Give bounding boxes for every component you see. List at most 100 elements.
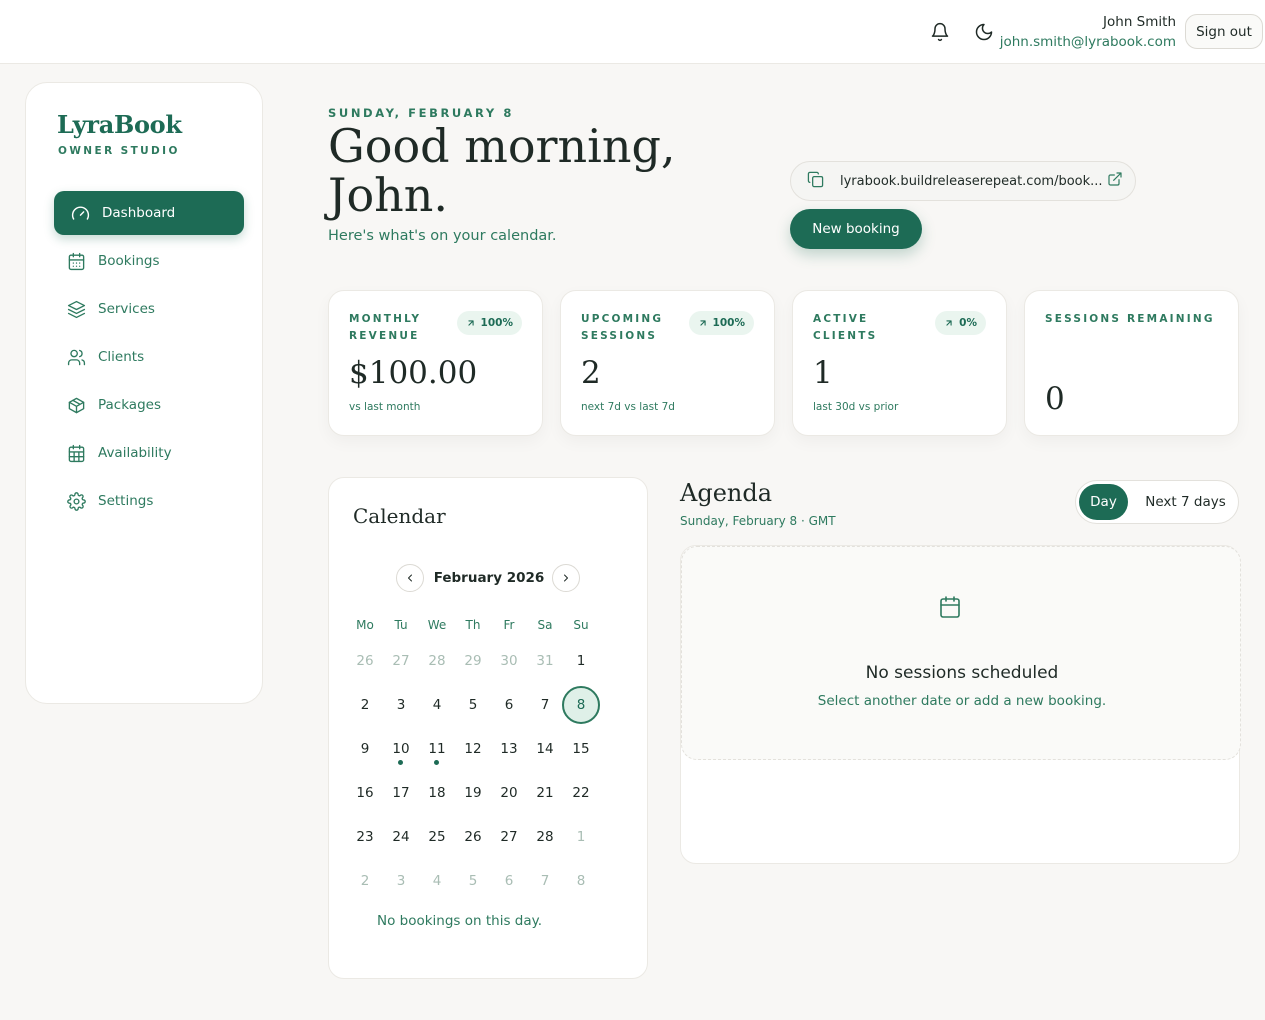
sidebar-item-settings[interactable]: Settings <box>54 479 244 523</box>
calendar-day[interactable]: 27 <box>382 642 420 680</box>
calendar-day[interactable]: 8 <box>562 862 600 900</box>
copy-icon[interactable] <box>807 171 824 192</box>
calendar-day[interactable]: 22 <box>562 774 600 812</box>
calendar-day[interactable]: 4 <box>418 686 456 724</box>
day-number: 20 <box>500 785 518 801</box>
calendar-day[interactable]: 13 <box>490 730 528 768</box>
calendar-day[interactable]: 1 <box>562 818 600 856</box>
day-number: 5 <box>468 873 478 889</box>
sidebar-item-label: Packages <box>98 397 161 413</box>
layers-icon <box>66 299 86 319</box>
sign-out-button[interactable]: Sign out <box>1185 14 1263 49</box>
calendar-day[interactable]: 28 <box>418 642 456 680</box>
day-number: 2 <box>360 873 370 889</box>
top-bar: John Smith john.smith@lyrabook.com Sign … <box>0 0 1265 64</box>
calendar-day[interactable]: 11 <box>418 730 456 768</box>
stat-card-sessions-remaining: SESSIONS REMAINING 0 <box>1024 290 1239 436</box>
calendar-day[interactable]: 6 <box>490 862 528 900</box>
calendar-day[interactable]: 18 <box>418 774 456 812</box>
calendar-day[interactable]: 2 <box>346 862 384 900</box>
booking-indicator-dot <box>434 760 439 765</box>
day-number: 5 <box>468 697 478 713</box>
calendar-month: February 2026 <box>433 570 545 586</box>
calendar-day[interactable]: 14 <box>526 730 564 768</box>
stat-note: last 30d vs prior <box>813 401 899 413</box>
empty-subtitle: Select another date or add a new booking… <box>817 693 1107 709</box>
sidebar-item-dashboard[interactable]: Dashboard <box>54 191 244 235</box>
calendar-day[interactable]: 1 <box>562 642 600 680</box>
sidebar-item-label: Settings <box>98 493 154 509</box>
stat-label: UPCOMING SESSIONS <box>581 313 664 342</box>
calendar-day[interactable]: 23 <box>346 818 384 856</box>
calendar-day[interactable]: 26 <box>346 642 384 680</box>
calendar-grid-icon <box>66 443 86 463</box>
sidebar-item-services[interactable]: Services <box>54 287 244 331</box>
calendar-day[interactable]: 5 <box>454 862 492 900</box>
day-number: 4 <box>432 697 442 713</box>
external-link-icon[interactable] <box>1107 171 1123 191</box>
weekday-label: Mo <box>356 618 374 632</box>
gear-icon <box>66 491 86 511</box>
agenda-title: Agenda <box>680 479 773 507</box>
sidebar-item-clients[interactable]: Clients <box>54 335 244 379</box>
calendar-day[interactable]: 27 <box>490 818 528 856</box>
day-number: 1 <box>576 829 586 845</box>
sidebar-item-label: Availability <box>98 445 172 461</box>
calendar-day[interactable]: 7 <box>526 862 564 900</box>
calendar-day[interactable]: 7 <box>526 686 564 724</box>
next-month-button[interactable] <box>552 564 580 592</box>
day-number: 8 <box>576 873 586 889</box>
calendar-day[interactable]: 19 <box>454 774 492 812</box>
calendar-empty-text: No bookings on this day. <box>377 913 542 929</box>
calendar-day[interactable]: 26 <box>454 818 492 856</box>
toggle-next-7-days[interactable]: Next 7 days <box>1138 484 1233 520</box>
day-number: 17 <box>392 785 410 801</box>
calendar-day[interactable]: 2 <box>346 686 384 724</box>
calendar-day[interactable]: 31 <box>526 642 564 680</box>
calendar-day[interactable]: 28 <box>526 818 564 856</box>
calendar-day[interactable]: 17 <box>382 774 420 812</box>
calendar-day-selected[interactable]: 8 <box>562 686 600 724</box>
calendar-day[interactable]: 20 <box>490 774 528 812</box>
day-number: 9 <box>360 741 370 757</box>
calendar-day[interactable]: 5 <box>454 686 492 724</box>
calendar-day[interactable]: 4 <box>418 862 456 900</box>
day-number: 16 <box>356 785 374 801</box>
new-booking-button[interactable]: New booking <box>790 209 922 249</box>
sidebar-item-packages[interactable]: Packages <box>54 383 244 427</box>
calendar-day[interactable]: 10 <box>382 730 420 768</box>
day-number: 26 <box>356 653 374 669</box>
agenda-subtitle: Sunday, February 8 · GMT <box>680 514 836 528</box>
calendar-day[interactable]: 25 <box>418 818 456 856</box>
day-number: 3 <box>396 697 406 713</box>
calendar-day[interactable]: 15 <box>562 730 600 768</box>
toggle-day[interactable]: Day <box>1079 484 1128 520</box>
calendar-day[interactable]: 6 <box>490 686 528 724</box>
trend-badge: 100% <box>688 311 754 335</box>
calendar-day[interactable]: 29 <box>454 642 492 680</box>
day-number: 12 <box>464 741 482 757</box>
calendar-day[interactable]: 21 <box>526 774 564 812</box>
calendar-day[interactable]: 24 <box>382 818 420 856</box>
stat-card-active-clients: ACTIVE CLIENTS 0% 1 last 30d vs prior <box>792 290 1007 436</box>
calendar-day[interactable]: 9 <box>346 730 384 768</box>
stat-value: $100.00 <box>349 355 478 391</box>
stat-value: 0 <box>1045 381 1065 417</box>
sidebar-item-bookings[interactable]: Bookings <box>54 239 244 283</box>
trend-badge: 100% <box>456 311 522 335</box>
moon-icon[interactable] <box>972 20 996 44</box>
trend-up-icon <box>944 318 954 328</box>
calendar-day[interactable]: 3 <box>382 862 420 900</box>
day-number: 7 <box>540 697 550 713</box>
calendar-day[interactable]: 12 <box>454 730 492 768</box>
calendar-day[interactable]: 30 <box>490 642 528 680</box>
weekday-label: Su <box>573 618 589 632</box>
calendar-day[interactable]: 16 <box>346 774 384 812</box>
day-number: 11 <box>428 741 446 757</box>
calendar-day[interactable]: 3 <box>382 686 420 724</box>
booking-link-pill[interactable]: lyrabook.buildreleaserepeat.com/book... <box>790 161 1136 201</box>
day-number: 7 <box>540 873 550 889</box>
sidebar-item-availability[interactable]: Availability <box>54 431 244 475</box>
bell-icon[interactable] <box>928 20 952 44</box>
page-title: Good morning, John. <box>328 119 676 222</box>
